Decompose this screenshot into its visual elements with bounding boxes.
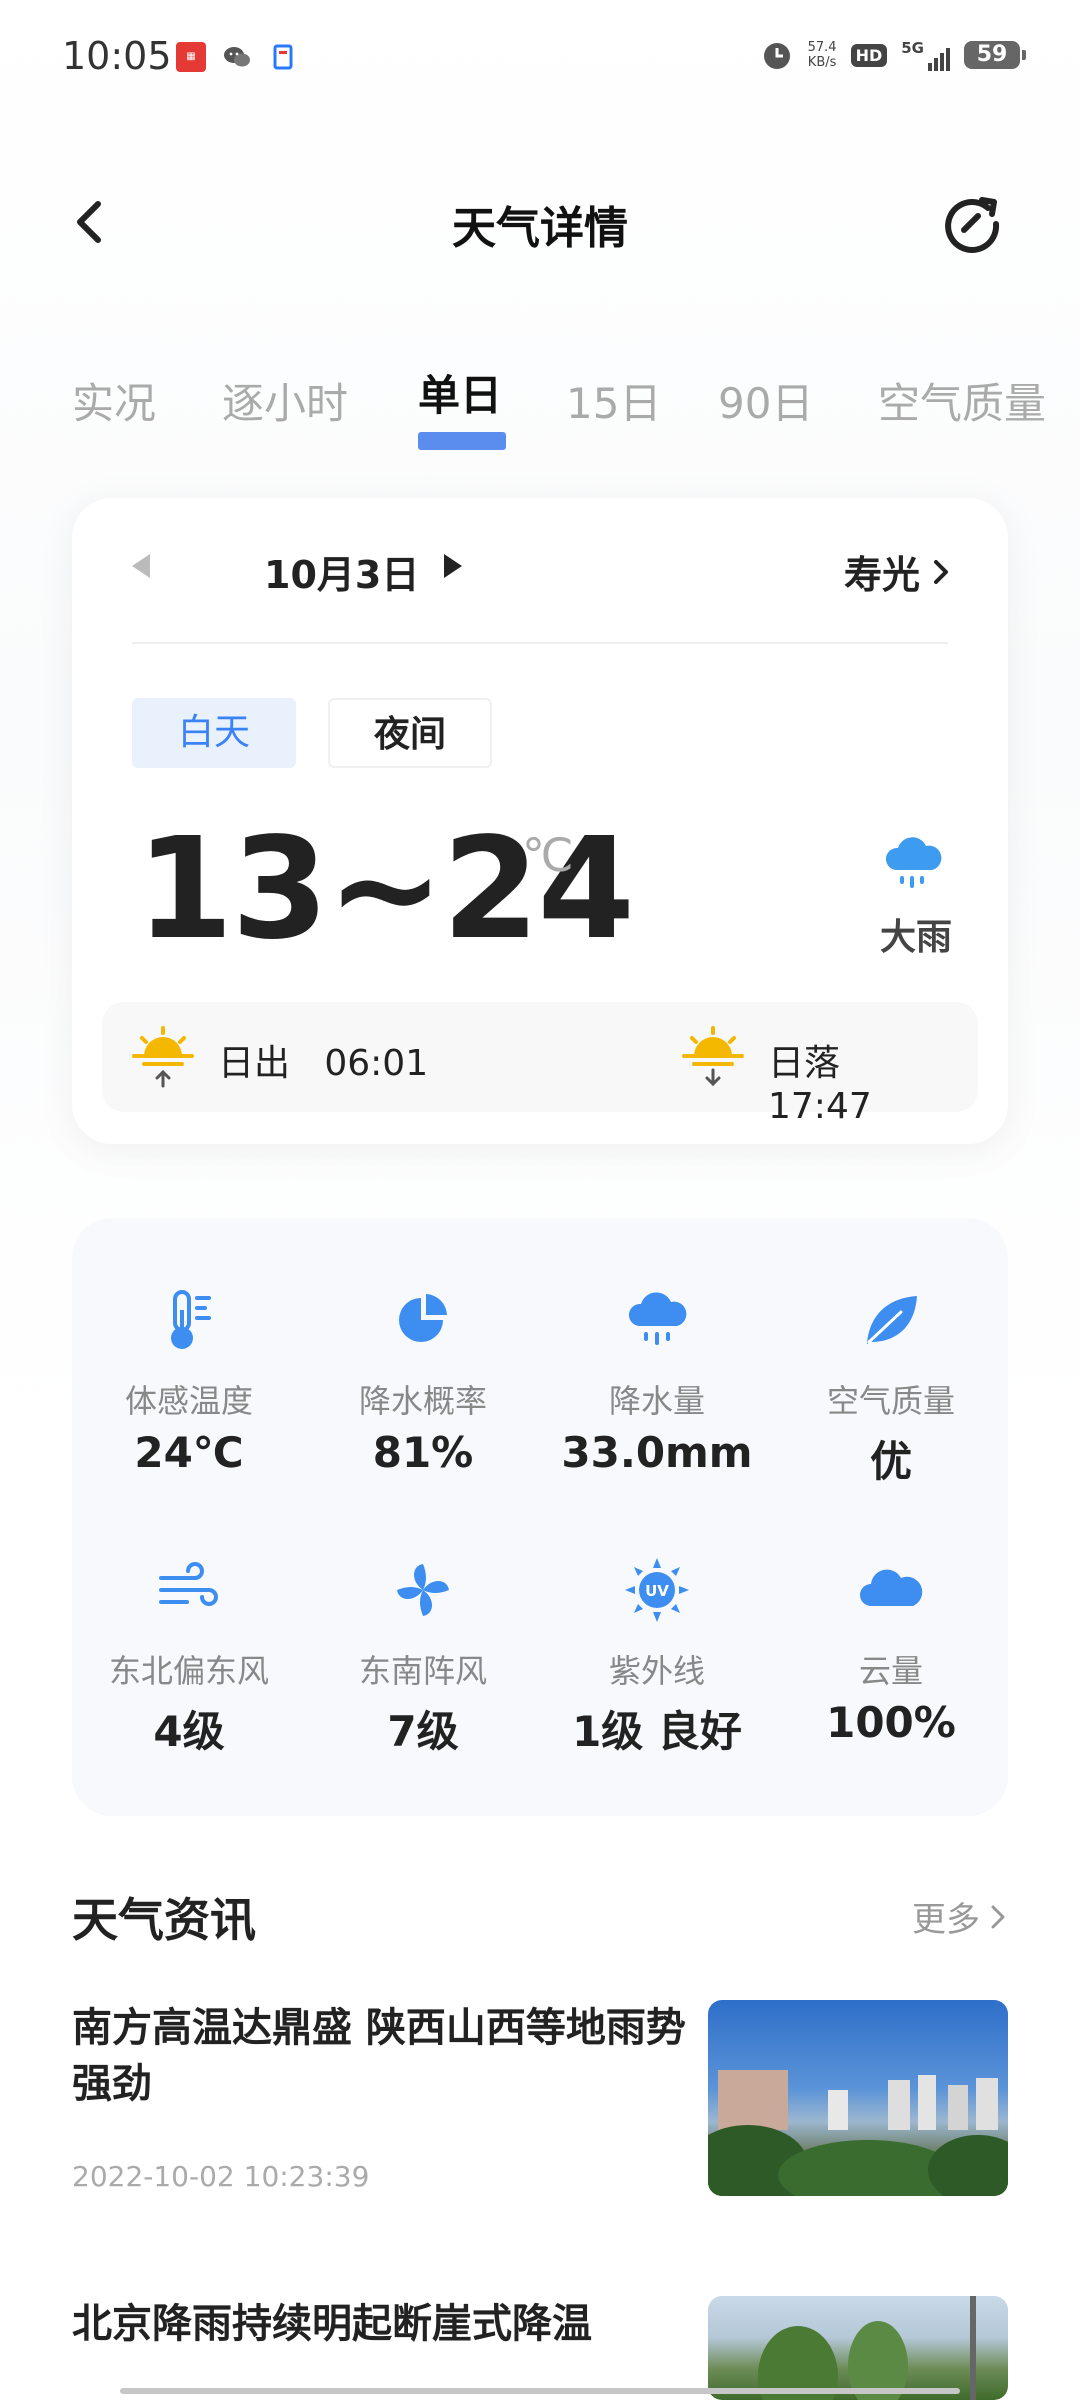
detail-value: 81% <box>372 1428 474 1477</box>
wechat-icon <box>222 42 252 72</box>
tab-indicator <box>418 432 506 450</box>
sunset-info: 日落 17:47 <box>768 1034 978 1127</box>
thermometer-icon <box>171 1290 211 1349</box>
detail-label: 体感温度 <box>124 1382 253 1420</box>
sunset-icon <box>682 1026 744 1087</box>
pie-chart-icon <box>399 1294 447 1342</box>
status-indicators: 57.4 KB/s HD 5G 59 <box>760 38 1026 72</box>
tab-hourly[interactable]: 逐小时 <box>222 370 348 431</box>
date-row: 10月3日 寿光 <box>132 544 952 597</box>
heavy-rain-icon <box>885 837 942 888</box>
news-item[interactable]: 南方高温达鼎盛 陕西山西等地雨势强劲 2022-10-02 10:23:39 <box>72 2000 1008 2200</box>
detail-gust: 东南阵风 7级 <box>306 1556 540 1759</box>
detail-label: 空气质量 <box>826 1382 955 1420</box>
detail-air-quality: 空气质量 优 <box>774 1286 1008 1489</box>
news-more-label: 更多 <box>912 1900 980 1940</box>
battery-icon: 59 <box>964 41 1026 69</box>
svg-text:UV: UV <box>645 1582 669 1600</box>
detail-value: 7级 <box>387 1707 459 1756</box>
net-speed-value: 57.4 <box>807 40 837 55</box>
rain-cloud-icon <box>628 1292 687 1345</box>
wind-icon <box>159 1562 218 1606</box>
news-date: 2022-10-02 10:23:39 <box>72 2160 370 2193</box>
detail-label: 云量 <box>858 1652 923 1690</box>
news-section-title: 天气资讯 <box>72 1893 256 1947</box>
tab-live[interactable]: 实况 <box>72 370 156 431</box>
header: 天气详情 <box>0 170 1080 280</box>
news-thumbnail <box>708 2000 1008 2196</box>
detail-label: 紫外线 <box>608 1652 705 1690</box>
status-bar: 10:05 ▦ 57.4 KB/s HD 5G 59 <box>0 0 1080 110</box>
leaf-icon <box>867 1296 917 1344</box>
night-toggle-button[interactable]: 夜间 <box>328 698 492 768</box>
weather-details-grid: 体感温度 24℃ 降水概率 81% 降水量 33.0mm 空气质量 优 东北偏东… <box>72 1218 1008 1816</box>
next-day-icon[interactable] <box>444 554 462 578</box>
detail-label: 降水量 <box>608 1382 705 1420</box>
uv-icon: UV <box>625 1558 689 1622</box>
tab-air-quality[interactable]: 空气质量 <box>878 370 1046 431</box>
detail-cloud-cover: 云量 100% <box>774 1556 1008 1747</box>
alarm-icon <box>763 43 790 69</box>
detail-value: 24℃ <box>134 1428 244 1477</box>
detail-precipitation: 降水量 33.0mm <box>540 1286 774 1477</box>
detail-label: 东北偏东风 <box>108 1652 269 1690</box>
detail-value: 33.0mm <box>561 1428 753 1477</box>
sunrise-time: 06:01 <box>324 1043 429 1084</box>
weather-condition: 大雨 <box>879 917 952 958</box>
sunset-label: 日落 <box>768 1043 841 1084</box>
news-item[interactable]: 北京降雨持续明起断崖式降温 <box>72 2296 1008 2400</box>
detail-value: 1级 良好 <box>572 1707 742 1756</box>
news-more-link[interactable]: 更多 <box>912 1892 1008 1941</box>
date-label: 10月3日 <box>264 553 420 597</box>
city-link[interactable]: 寿光 <box>844 544 952 599</box>
tab-single-day[interactable]: 单日 <box>418 362 502 423</box>
app-notification-icon <box>268 42 298 72</box>
detail-feels-like: 体感温度 24℃ <box>72 1286 306 1477</box>
sunrise-info: 日出 06:01 <box>218 1034 428 1086</box>
day-forecast-card: 10月3日 寿光 白天 夜间 13~24 ℃ 大雨 日出 06:01 日落 17… <box>72 498 1008 1144</box>
detail-wind-direction: 东北偏东风 4级 <box>72 1556 306 1759</box>
detail-label: 东南阵风 <box>358 1652 487 1690</box>
net-speed: 57.4 KB/s <box>808 40 837 70</box>
detail-value: 4级 <box>153 1707 225 1756</box>
news-thumbnail <box>708 2296 1008 2400</box>
news-app-icon: ▦ <box>176 42 206 72</box>
news-headline: 北京降雨持续明起断崖式降温 <box>72 2301 592 2347</box>
detail-value: 优 <box>869 1437 912 1486</box>
tab-15-day[interactable]: 15日 <box>566 370 661 431</box>
city-name: 寿光 <box>843 553 920 597</box>
temperature-unit: ℃ <box>522 828 574 882</box>
previous-day-icon[interactable] <box>132 554 150 578</box>
detail-label: 降水概率 <box>358 1382 487 1420</box>
scroll-indicator <box>120 2388 960 2394</box>
signal-icon: 5G <box>901 39 950 71</box>
hd-badge: HD <box>850 43 888 67</box>
sunrise-icon <box>132 1026 194 1088</box>
chevron-right-icon <box>991 1905 1005 1928</box>
network-type: 5G <box>901 39 924 57</box>
tab-bar: 实况 逐小时 单日 15日 90日 空气质量 <box>0 370 1080 460</box>
pinwheel-icon <box>397 1564 449 1616</box>
divider <box>132 642 948 644</box>
status-time: 10:05 <box>62 34 172 78</box>
net-speed-unit: KB/s <box>807 55 837 70</box>
detail-value: 100% <box>826 1698 956 1747</box>
sunset-time: 17:47 <box>768 1086 872 1127</box>
refresh-button[interactable] <box>936 186 1008 258</box>
page-title: 天气详情 <box>452 203 628 254</box>
detail-uv: UV 紫外线 1级 良好 <box>540 1556 774 1759</box>
chevron-right-icon <box>934 559 948 584</box>
sun-times-bar: 日出 06:01 日落 17:47 <box>102 1002 978 1127</box>
detail-precip-probability: 降水概率 81% <box>306 1286 540 1477</box>
cloud-icon <box>860 1569 923 1606</box>
tab-90-day[interactable]: 90日 <box>718 370 813 431</box>
day-toggle-button[interactable]: 白天 <box>132 698 296 768</box>
news-headline: 南方高温达鼎盛 陕西山西等地雨势强劲 <box>72 2005 686 2107</box>
sunrise-label: 日出 <box>218 1043 291 1084</box>
